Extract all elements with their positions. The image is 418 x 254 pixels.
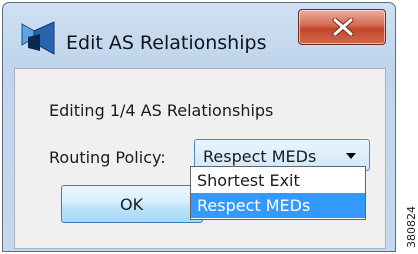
network-topology-icon [20, 21, 56, 55]
title-bar[interactable]: Edit AS Relationships [3, 3, 395, 65]
dialog-content: Editing 1/4 AS Relationships Routing Pol… [14, 68, 386, 249]
ok-button-label: OK [120, 195, 144, 214]
window-title: Edit AS Relationships [66, 32, 267, 54]
dropdown-option-shortest-exit[interactable]: Shortest Exit [191, 168, 365, 193]
ok-button[interactable]: OK [61, 185, 203, 223]
figure-number: 380824 [405, 206, 418, 248]
editing-status-label: Editing 1/4 AS Relationships [49, 101, 274, 120]
dropdown-arrow-icon [346, 153, 356, 159]
close-x-icon [332, 18, 354, 36]
dropdown-option-respect-meds[interactable]: Respect MEDs [191, 193, 365, 218]
routing-policy-dropdown-list: Shortest Exit Respect MEDs [190, 166, 366, 220]
routing-policy-label: Routing Policy: [49, 148, 166, 167]
routing-policy-value: Respect MEDs [203, 147, 317, 166]
close-button[interactable] [298, 9, 386, 45]
